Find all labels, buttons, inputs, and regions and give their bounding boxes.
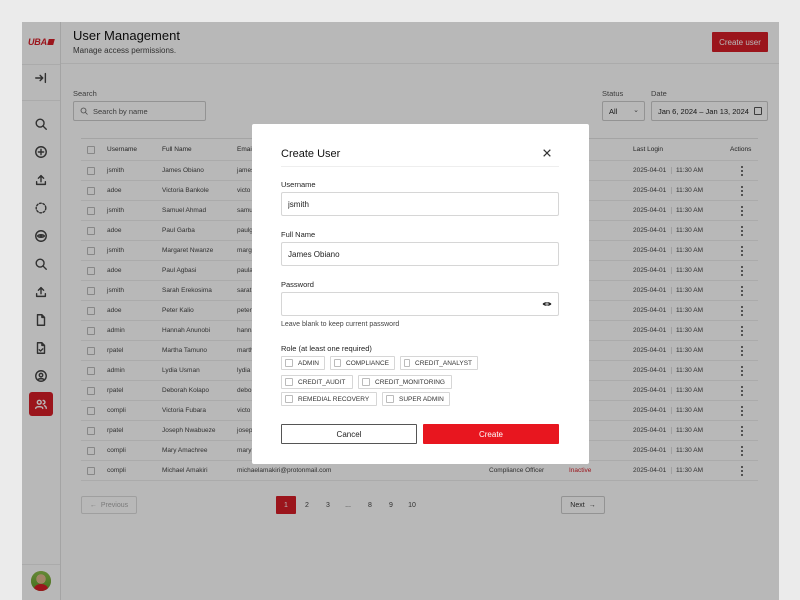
create-button[interactable]: Create [423, 424, 559, 444]
checkbox-box[interactable] [334, 359, 342, 367]
checkbox-box[interactable] [285, 359, 293, 367]
role-option-label: ADMIN [298, 359, 319, 367]
password-hint: Leave blank to keep current password [281, 321, 400, 328]
password-label: Password [281, 280, 314, 289]
role-checkbox[interactable]: ADMIN [281, 356, 325, 370]
username-field[interactable] [281, 192, 559, 216]
role-checkbox[interactable]: CREDIT_ANALYST [400, 356, 478, 370]
fullname-label: Full Name [281, 230, 316, 239]
checkbox-box[interactable] [362, 378, 370, 386]
close-icon [543, 149, 551, 157]
checkbox-box[interactable] [404, 359, 411, 367]
cancel-button[interactable]: Cancel [281, 424, 417, 444]
close-button[interactable] [540, 146, 554, 160]
password-field[interactable] [281, 292, 559, 316]
role-checkbox[interactable]: SUPER ADMIN [382, 392, 450, 406]
role-option-label: SUPER ADMIN [399, 395, 444, 403]
checkbox-box[interactable] [285, 378, 293, 386]
role-label: Role (at least one required) [281, 344, 372, 353]
modal-title: Create User [281, 148, 341, 160]
username-label: Username [281, 180, 316, 189]
fullname-field[interactable] [281, 242, 559, 266]
modal-divider [281, 166, 559, 167]
checkbox-box[interactable] [285, 395, 293, 403]
role-option-label: COMPLIANCE [346, 359, 389, 367]
show-password-icon[interactable] [542, 299, 552, 309]
create-user-modal: Create User Username Full Name Password … [252, 124, 589, 464]
role-checkbox[interactable]: REMEDIAL RECOVERY [281, 392, 377, 406]
checkbox-box[interactable] [386, 395, 394, 403]
role-option-label: CREDIT_ANALYST [415, 359, 472, 367]
role-checkbox[interactable]: CREDIT_AUDIT [281, 375, 353, 389]
role-option-label: REMEDIAL RECOVERY [298, 395, 370, 403]
role-option-label: CREDIT_AUDIT [298, 378, 346, 386]
role-checkbox[interactable]: CREDIT_MONITORING [358, 375, 452, 389]
role-option-label: CREDIT_MONITORING [375, 378, 445, 386]
role-checkbox[interactable]: COMPLIANCE [330, 356, 395, 370]
